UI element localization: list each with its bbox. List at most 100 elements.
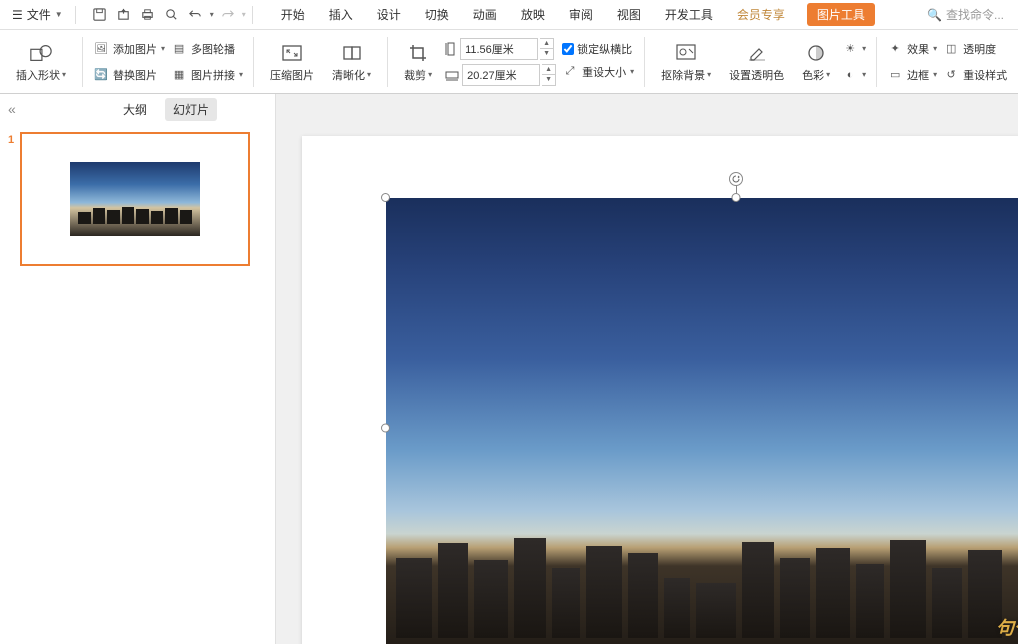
insert-shape-button[interactable]: 插入形状▾ (10, 34, 72, 90)
tab-design[interactable]: 设计 (375, 2, 403, 27)
search-placeholder: 查找命令... (946, 6, 1004, 23)
height-input[interactable]: 11.56厘米 (460, 38, 538, 60)
chevron-down-icon: ▾ (707, 70, 711, 79)
reset-icon: ↺ (943, 67, 959, 83)
tab-slideshow[interactable]: 放映 (519, 2, 547, 27)
border-button[interactable]: ▭边框▾ (887, 64, 937, 86)
brightness-button[interactable]: ☀▾ (842, 38, 866, 60)
color-label: 色彩 (802, 67, 824, 83)
resize-handle-n[interactable] (732, 193, 741, 202)
separator (75, 6, 76, 24)
print-icon[interactable] (138, 5, 158, 25)
chevron-down-icon: ▾ (62, 70, 66, 79)
effects-button[interactable]: ✦效果▾ (887, 38, 937, 60)
tab-transition[interactable]: 切换 (423, 2, 451, 27)
remove-bg-icon (674, 41, 698, 65)
border-label: 边框 (907, 67, 929, 83)
collapse-panel-icon[interactable]: « (8, 101, 16, 117)
effects-icon: ✦ (887, 41, 903, 57)
reset-style-button[interactable]: ↺重设样式 (943, 64, 1007, 86)
skyline (396, 518, 1018, 638)
tab-picture-tools[interactable]: 图片工具 (807, 3, 875, 26)
clarity-icon (340, 41, 364, 65)
undo-icon[interactable] (186, 5, 206, 25)
picture-icon: 🖼 (93, 41, 109, 57)
spinner-down-icon[interactable]: ▼ (540, 49, 553, 59)
reset-size-button[interactable]: ⤢重设大小 ▾ (562, 61, 634, 83)
reset-size-label: 重设大小 (582, 64, 626, 80)
tab-insert[interactable]: 插入 (327, 2, 355, 27)
replace-icon: 🔄 (93, 67, 109, 83)
chevron-down-icon: ▾ (428, 70, 432, 79)
outline-tab[interactable]: 大纲 (115, 98, 155, 121)
set-transparent-button[interactable]: 设置透明色 (723, 34, 790, 90)
replace-picture-label: 替换图片 (113, 67, 157, 83)
undo-dropdown-icon[interactable]: ▾ (210, 10, 214, 19)
tab-review[interactable]: 审阅 (567, 2, 595, 27)
tab-view[interactable]: 视图 (615, 2, 643, 27)
replace-picture-button[interactable]: 🔄替换图片 (93, 64, 165, 86)
spinner-up-icon[interactable]: ▲ (540, 39, 553, 50)
tab-developer[interactable]: 开发工具 (663, 2, 715, 27)
clarity-label: 清晰化 (332, 67, 365, 83)
compress-icon (280, 41, 304, 65)
collage-icon: ▦ (171, 67, 187, 83)
remove-background-button[interactable]: 抠除背景▾ (655, 34, 717, 90)
slide-thumbnail[interactable]: 1 (8, 132, 267, 266)
width-spinner[interactable]: ▲▼ (542, 64, 556, 86)
lock-ratio-checkbox[interactable]: 锁定纵横比 (562, 41, 634, 57)
redo-icon[interactable] (218, 5, 238, 25)
lock-ratio-input[interactable] (562, 43, 574, 55)
search-icon: 🔍 (927, 8, 942, 22)
brightness-icon: ☀ (842, 41, 858, 57)
set-transparent-label: 设置透明色 (729, 67, 784, 83)
chevron-down-icon: ▾ (933, 44, 937, 53)
command-search[interactable]: 🔍 查找命令... (919, 6, 1012, 23)
export-icon[interactable] (114, 5, 134, 25)
border-icon: ▭ (887, 67, 903, 83)
separator (253, 37, 254, 87)
transparency-button[interactable]: ◫透明度 (943, 38, 1007, 60)
transparency-icon: ◫ (943, 41, 959, 57)
contrast-button[interactable]: ◐▾ (842, 64, 866, 86)
reset-size-icon: ⤢ (562, 64, 578, 80)
resize-handle-nw[interactable] (381, 193, 390, 202)
add-picture-button[interactable]: 🖼添加图片▾ (93, 38, 165, 60)
resize-handle-w[interactable] (381, 424, 390, 433)
shapes-icon (29, 41, 53, 65)
hamburger-icon: ☰ (12, 8, 23, 22)
slide-number: 1 (8, 132, 14, 266)
height-spinner[interactable]: ▲▼ (540, 38, 554, 60)
color-button[interactable]: 色彩▾ (796, 34, 836, 90)
transparency-label: 透明度 (963, 41, 996, 57)
multi-carousel-label: 多图轮播 (191, 41, 235, 57)
height-icon (444, 41, 458, 57)
width-icon (444, 68, 460, 82)
slides-tab[interactable]: 幻灯片 (165, 98, 217, 121)
rotation-handle[interactable] (729, 172, 743, 186)
width-input[interactable]: 20.27厘米 (462, 64, 540, 86)
tab-member[interactable]: 会员专享 (735, 2, 787, 27)
save-icon[interactable] (90, 5, 110, 25)
tab-start[interactable]: 开始 (279, 2, 307, 27)
crop-label: 裁剪 (404, 67, 426, 83)
print-preview-icon[interactable] (162, 5, 182, 25)
chevron-down-icon: ▼ (55, 10, 63, 19)
compress-picture-button[interactable]: 压缩图片 (264, 34, 320, 90)
tab-animation[interactable]: 动画 (471, 2, 499, 27)
spinner-up-icon[interactable]: ▲ (542, 65, 555, 76)
selected-image[interactable]: 句句互联 (386, 198, 1018, 644)
file-menu-button[interactable]: ☰ 文件 ▼ (6, 4, 69, 25)
chevron-down-icon: ▾ (630, 67, 634, 76)
redo-dropdown-icon[interactable]: ▾ (242, 10, 246, 19)
clarity-button[interactable]: 清晰化▾ (326, 34, 377, 90)
watermark: 句句互联 (996, 614, 1018, 640)
slide-canvas[interactable]: 句句互联 (276, 94, 1018, 644)
thumbnail-image (70, 162, 200, 236)
crop-button[interactable]: 裁剪▾ (398, 34, 438, 90)
picture-collage-button[interactable]: ▦图片拼接▾ (171, 64, 243, 86)
multi-carousel-button[interactable]: ▤多图轮播 (171, 38, 243, 60)
separator (387, 37, 388, 87)
add-picture-label: 添加图片 (113, 41, 157, 57)
spinner-down-icon[interactable]: ▼ (542, 75, 555, 85)
